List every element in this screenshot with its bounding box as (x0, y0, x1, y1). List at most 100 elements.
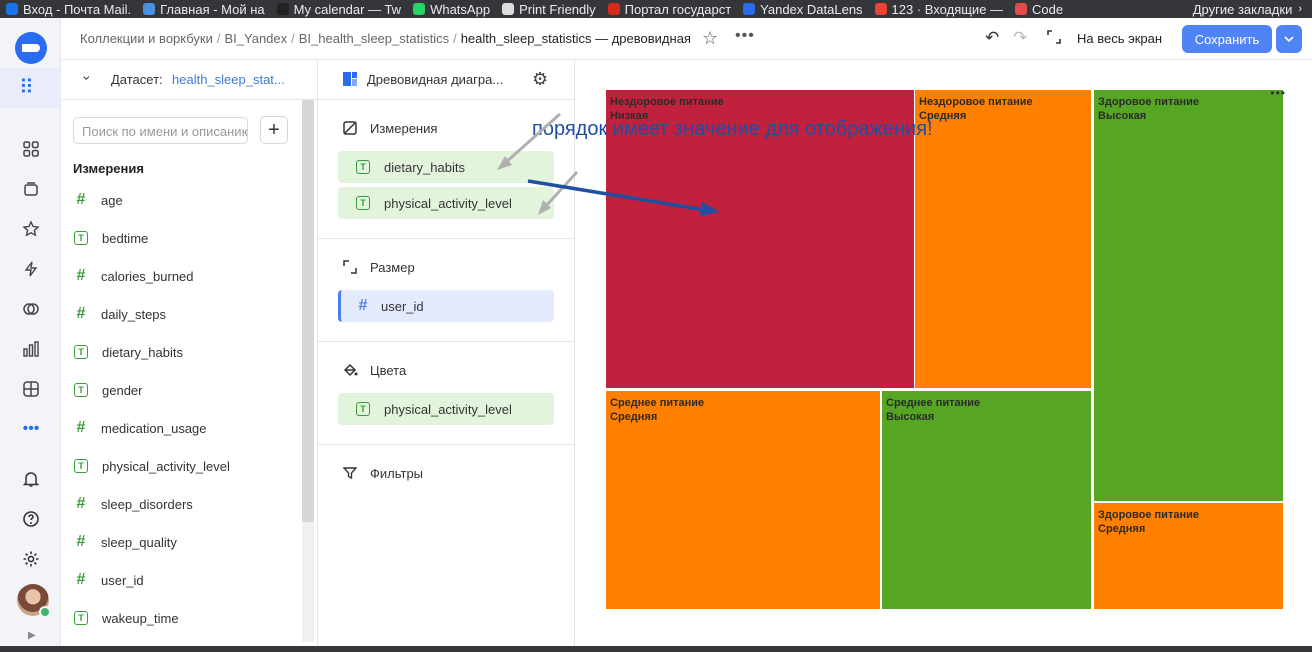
field-item[interactable]: # medication_usage (73, 418, 207, 438)
breadcrumb-item[interactable]: Коллекции и воркбуки (80, 31, 213, 46)
bookmark-label: Портал государст (624, 1, 732, 17)
bookmark-item[interactable]: Главная - Мой на (137, 0, 271, 18)
bookmark-favicon-icon (1015, 3, 1028, 15)
field-item[interactable]: # user_id (73, 570, 144, 590)
settings-gear-icon[interactable] (20, 548, 42, 570)
dataset-header[interactable]: › Датасет: health_sleep_stat... (61, 60, 318, 100)
save-options-button[interactable] (1276, 25, 1302, 53)
workbooks-icon[interactable] (20, 178, 42, 200)
section-divider (318, 444, 574, 445)
bookmark-label: WhatsApp (430, 1, 491, 17)
breadcrumb-item[interactable]: BI_Yandex (225, 31, 288, 46)
breadcrumb-item[interactable]: BI_health_sleep_statistics (299, 31, 449, 46)
dataset-name-link[interactable]: health_sleep_stat... (172, 72, 285, 87)
bookmark-item[interactable]: My calendar — Tw (271, 0, 407, 18)
text-type-icon: T (74, 611, 88, 625)
text-type-icon: T (356, 402, 370, 416)
help-icon[interactable] (20, 508, 42, 530)
scrollbar-thumb[interactable] (302, 100, 314, 522)
redo-icon[interactable]: ↷ (1013, 28, 1027, 48)
tile-label-activity: Средняя (1098, 523, 1146, 535)
dataset-label: Датасет: (111, 72, 163, 87)
more-icon[interactable]: ••• (20, 418, 42, 440)
bookmark-item[interactable]: WhatsApp (407, 0, 496, 18)
treemap-tile[interactable]: Здоровое питание Высокая (1094, 90, 1283, 501)
tile-label-diet: Здоровое питание (1098, 509, 1199, 521)
chart-type-selector[interactable]: Древовидная диагра... ⚙ (318, 60, 574, 100)
dimension-chip[interactable]: T dietary_habits (338, 151, 554, 183)
field-item[interactable]: # sleep_quality (73, 532, 177, 552)
field-search-input[interactable]: Поиск по имени и описанию (73, 117, 248, 144)
connections-icon[interactable] (20, 258, 42, 280)
undo-icon[interactable]: ↶ (985, 28, 999, 48)
tile-label-activity: Высокая (1098, 110, 1147, 122)
text-type-icon: T (356, 160, 370, 174)
fullscreen-icon[interactable] (1047, 30, 1061, 44)
field-item[interactable]: Tgender (73, 380, 142, 400)
tile-label-diet: Нездоровое питание (919, 96, 1033, 108)
treemap-tile[interactable]: Нездоровое питание Средняя (915, 90, 1091, 388)
field-name: sleep_quality (101, 534, 177, 550)
bookmark-item[interactable]: Портал государст (602, 0, 738, 18)
field-item[interactable]: Tphysical_activity_level (73, 456, 230, 476)
field-name: age (101, 192, 123, 208)
datalens-logo[interactable] (15, 32, 47, 64)
tile-labels: Среднее питание Высокая (886, 396, 980, 424)
chart-menu-icon[interactable]: ••• (1270, 86, 1286, 100)
field-item[interactable]: Tbedtime (73, 228, 148, 248)
other-bookmarks[interactable]: Другие закладки › (1186, 0, 1308, 18)
treemap-tile[interactable]: Здоровое питание Средняя (1094, 503, 1283, 609)
field-item[interactable]: Twakeup_time (73, 608, 179, 628)
measure-chip[interactable]: # user_id (338, 290, 554, 322)
color-chip[interactable]: T physical_activity_level (338, 393, 554, 425)
annotation-text: порядок имеет значение для отображения! (532, 118, 933, 140)
treemap-tile[interactable]: Среднее питание Высокая (882, 391, 1091, 609)
field-name: calories_burned (101, 268, 194, 284)
field-item[interactable]: # daily_steps (73, 304, 167, 324)
field-name: daily_steps (101, 306, 167, 322)
bookmark-item[interactable]: Print Friendly (496, 0, 602, 18)
window-bottom-edge (0, 646, 1312, 652)
chart-settings-gear-icon[interactable]: ⚙ (532, 69, 548, 90)
collections-icon[interactable] (20, 138, 42, 160)
tile-labels: Среднее питание Средняя (610, 396, 704, 424)
field-name: medication_usage (101, 420, 207, 436)
number-type-icon: # (76, 191, 86, 208)
section-divider (318, 238, 574, 239)
bookmark-item[interactable]: 123 · Входящие — (869, 0, 1010, 18)
user-avatar[interactable] (17, 584, 51, 618)
dashboards-icon[interactable] (20, 378, 42, 400)
charts-icon[interactable] (20, 338, 42, 360)
fullscreen-button[interactable]: На весь экран (1077, 31, 1162, 46)
breadcrumb-current: health_sleep_statistics — древовидная (460, 31, 691, 46)
bookmark-favicon-icon (607, 3, 620, 15)
bookmark-item[interactable]: Вход - Почта Mail. (0, 0, 137, 18)
bookmark-item[interactable]: Yandex DataLens (737, 0, 868, 18)
chevron-down-icon[interactable]: › (79, 76, 95, 81)
apps-grid-icon[interactable]: ⠿ (19, 78, 34, 98)
field-item[interactable]: # calories_burned (73, 266, 194, 286)
field-item[interactable]: # age (73, 190, 123, 210)
bookmark-item[interactable]: Code (1009, 0, 1069, 18)
scrollbar-track[interactable] (302, 522, 314, 642)
save-button[interactable]: Сохранить (1182, 25, 1272, 53)
field-item[interactable]: # sleep_disorders (73, 494, 193, 514)
add-field-button[interactable]: + (260, 116, 288, 144)
favorite-star-icon[interactable]: ☆ (702, 28, 718, 49)
datasets-icon[interactable] (20, 298, 42, 320)
expand-rail-icon[interactable]: ▶ (28, 630, 36, 641)
tile-labels: Здоровое питание Высокая (1098, 95, 1199, 123)
treemap-tile[interactable]: Среднее питание Средняя (606, 391, 880, 609)
more-actions-icon[interactable]: ••• (735, 27, 755, 45)
bookmark-label: Print Friendly (519, 1, 596, 17)
star-icon[interactable] (20, 218, 42, 240)
field-item[interactable]: Tdietary_habits (73, 342, 183, 362)
chevron-right-icon: › (1298, 3, 1302, 15)
chip-label: physical_activity_level (384, 195, 512, 211)
dimension-chip[interactable]: T physical_activity_level (338, 187, 554, 219)
field-name: sleep_disorders (101, 496, 193, 512)
bookmark-label: Yandex DataLens (760, 1, 863, 17)
tile-labels: Здоровое питание Средняя (1098, 508, 1199, 536)
bell-icon[interactable] (20, 468, 42, 490)
section-size: Размер (342, 259, 415, 275)
